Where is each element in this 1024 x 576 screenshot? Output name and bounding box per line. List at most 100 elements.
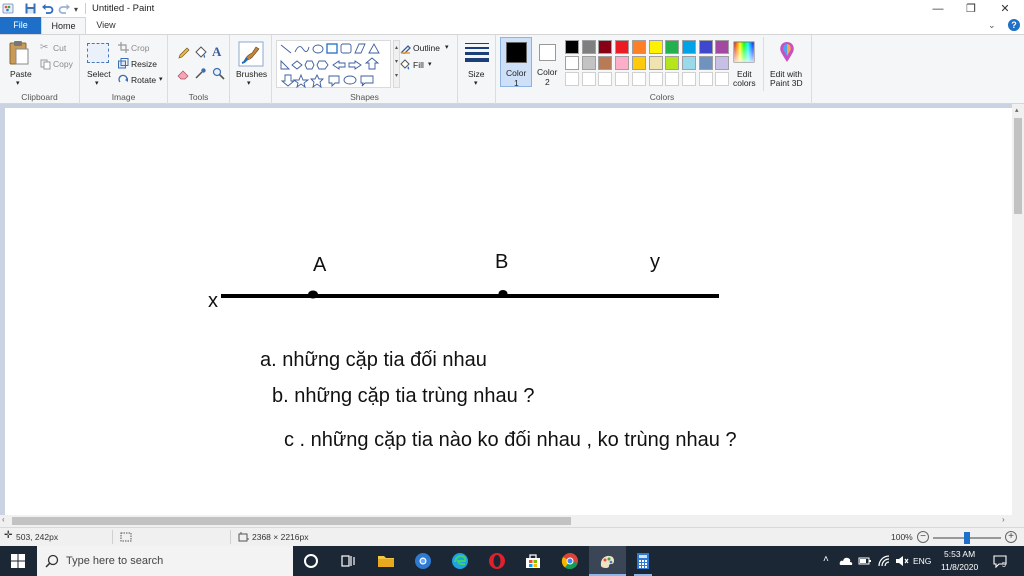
calculator-icon[interactable] [634,552,652,570]
tab-file[interactable]: File [0,17,41,34]
onedrive-icon[interactable] [839,555,853,567]
paste-label[interactable]: Paste [10,69,32,79]
select-label[interactable]: Select [87,69,111,79]
zoom-in-button[interactable]: + [1005,531,1017,543]
edit-paint3d-label-2[interactable]: Paint 3D [770,78,803,88]
scroll-right-icon[interactable]: › [1002,515,1005,524]
tray-overflow-icon[interactable]: ˄ [823,554,829,565]
chrome-like-icon[interactable] [414,552,432,570]
palette-swatch[interactable] [581,40,596,54]
palette-swatch[interactable] [665,40,680,54]
palette-swatch[interactable] [698,56,713,70]
size-icon[interactable] [465,43,489,62]
restore-button[interactable]: ❐ [954,0,988,17]
cut-label[interactable]: Cut [53,43,66,53]
resize-label[interactable]: Resize [131,59,157,69]
volume-muted-icon[interactable] [895,554,909,568]
palette-swatch[interactable] [598,40,613,54]
shapes-gallery-scroll[interactable]: ▴ ▾ ▾ [393,40,400,88]
rotate-icon[interactable] [118,74,129,85]
undo-icon[interactable] [41,2,54,15]
brushes-dropdown-icon[interactable]: ▾ [247,79,251,87]
help-icon[interactable]: ? [1008,19,1020,31]
outline-icon[interactable] [400,43,411,54]
chrome-icon[interactable] [561,552,579,570]
palette-swatch[interactable] [681,56,696,70]
fill-label[interactable]: Fill [413,60,424,70]
file-explorer-icon[interactable] [377,552,395,570]
edge-icon[interactable] [451,552,469,570]
palette-swatch[interactable] [631,56,646,70]
zoom-slider-thumb[interactable] [964,532,970,544]
vertical-scroll-thumb[interactable] [1014,118,1022,214]
paste-dropdown-icon[interactable]: ▾ [16,79,20,87]
custom-color-slot[interactable] [615,72,630,86]
fill-icon[interactable] [400,59,411,70]
palette-swatch[interactable] [715,56,730,70]
select-icon[interactable] [87,43,109,63]
palette-swatch[interactable] [715,40,730,54]
clock-time[interactable]: 5:53 AM [944,549,975,559]
custom-color-slot[interactable] [631,72,646,86]
save-icon[interactable] [24,2,37,15]
color-picker-icon[interactable] [194,67,207,80]
drawing-canvas[interactable]: x A B y a. những cặp tia đối nhau b. nhữ… [5,108,1012,515]
text-tool-icon[interactable]: A [212,44,221,60]
redo-icon[interactable] [58,2,71,15]
select-dropdown-icon[interactable]: ▾ [95,79,99,87]
resize-icon[interactable] [118,58,129,69]
outline-dropdown-icon[interactable]: ▾ [445,43,449,51]
palette-swatch[interactable] [581,56,596,70]
task-view-icon[interactable] [339,552,357,570]
wifi-icon[interactable] [877,554,891,568]
rotate-label[interactable]: Rotate [131,75,156,85]
crop-icon[interactable] [118,42,129,53]
color1-button[interactable]: Color 1 [500,37,532,88]
brushes-label[interactable]: Brushes [236,69,267,79]
custom-color-slot[interactable] [715,72,730,86]
palette-swatch[interactable] [665,56,680,70]
fill-dropdown-icon[interactable]: ▾ [428,60,432,68]
copy-label[interactable]: Copy [53,59,73,69]
horizontal-scroll-thumb[interactable] [12,517,571,525]
tab-home[interactable]: Home [41,17,86,35]
vertical-scrollbar[interactable]: ▴ [1012,104,1024,515]
custom-color-slot[interactable] [648,72,663,86]
color2-button[interactable]: Color 2 [534,37,562,87]
store-icon[interactable] [524,552,542,570]
windows-start-icon[interactable] [11,554,25,568]
palette-swatch[interactable] [565,40,579,54]
palette-swatch[interactable] [565,56,579,70]
magnifier-icon[interactable] [212,67,225,80]
brushes-icon[interactable] [238,41,264,67]
palette-swatch[interactable] [615,56,630,70]
minimize-button[interactable]: — [921,0,955,17]
paint-app-icon[interactable] [2,2,15,15]
cortana-icon[interactable] [304,554,318,568]
palette-swatch[interactable] [648,56,663,70]
copy-icon[interactable] [40,59,51,70]
zoom-out-button[interactable]: − [917,531,929,543]
quick-access-dropdown-icon[interactable]: ▾ [74,5,78,14]
outline-label[interactable]: Outline [413,43,440,53]
custom-color-slot[interactable] [698,72,713,86]
palette-swatch[interactable] [615,40,630,54]
clock-date[interactable]: 11/8/2020 [941,562,978,572]
custom-color-slot[interactable] [581,72,596,86]
scroll-left-icon[interactable]: ‹ [2,515,5,524]
pencil-icon[interactable] [177,47,190,60]
crop-label[interactable]: Crop [131,43,149,53]
opera-icon[interactable] [488,552,506,570]
edit-colors-label-2[interactable]: colors [733,78,756,88]
tab-view[interactable]: View [86,17,126,34]
fill-bucket-icon[interactable] [194,46,207,59]
eraser-icon[interactable] [177,67,190,80]
size-dropdown-icon[interactable]: ▾ [474,79,478,87]
paint-taskbar-button[interactable] [589,546,626,576]
taskbar-search-box[interactable]: Type here to search [37,546,293,576]
palette-swatch[interactable] [681,40,696,54]
paint-3d-icon[interactable] [776,40,798,64]
shapes-gallery[interactable] [276,40,391,89]
palette-swatch[interactable] [631,40,646,54]
cut-icon[interactable]: ✂ [40,42,51,53]
